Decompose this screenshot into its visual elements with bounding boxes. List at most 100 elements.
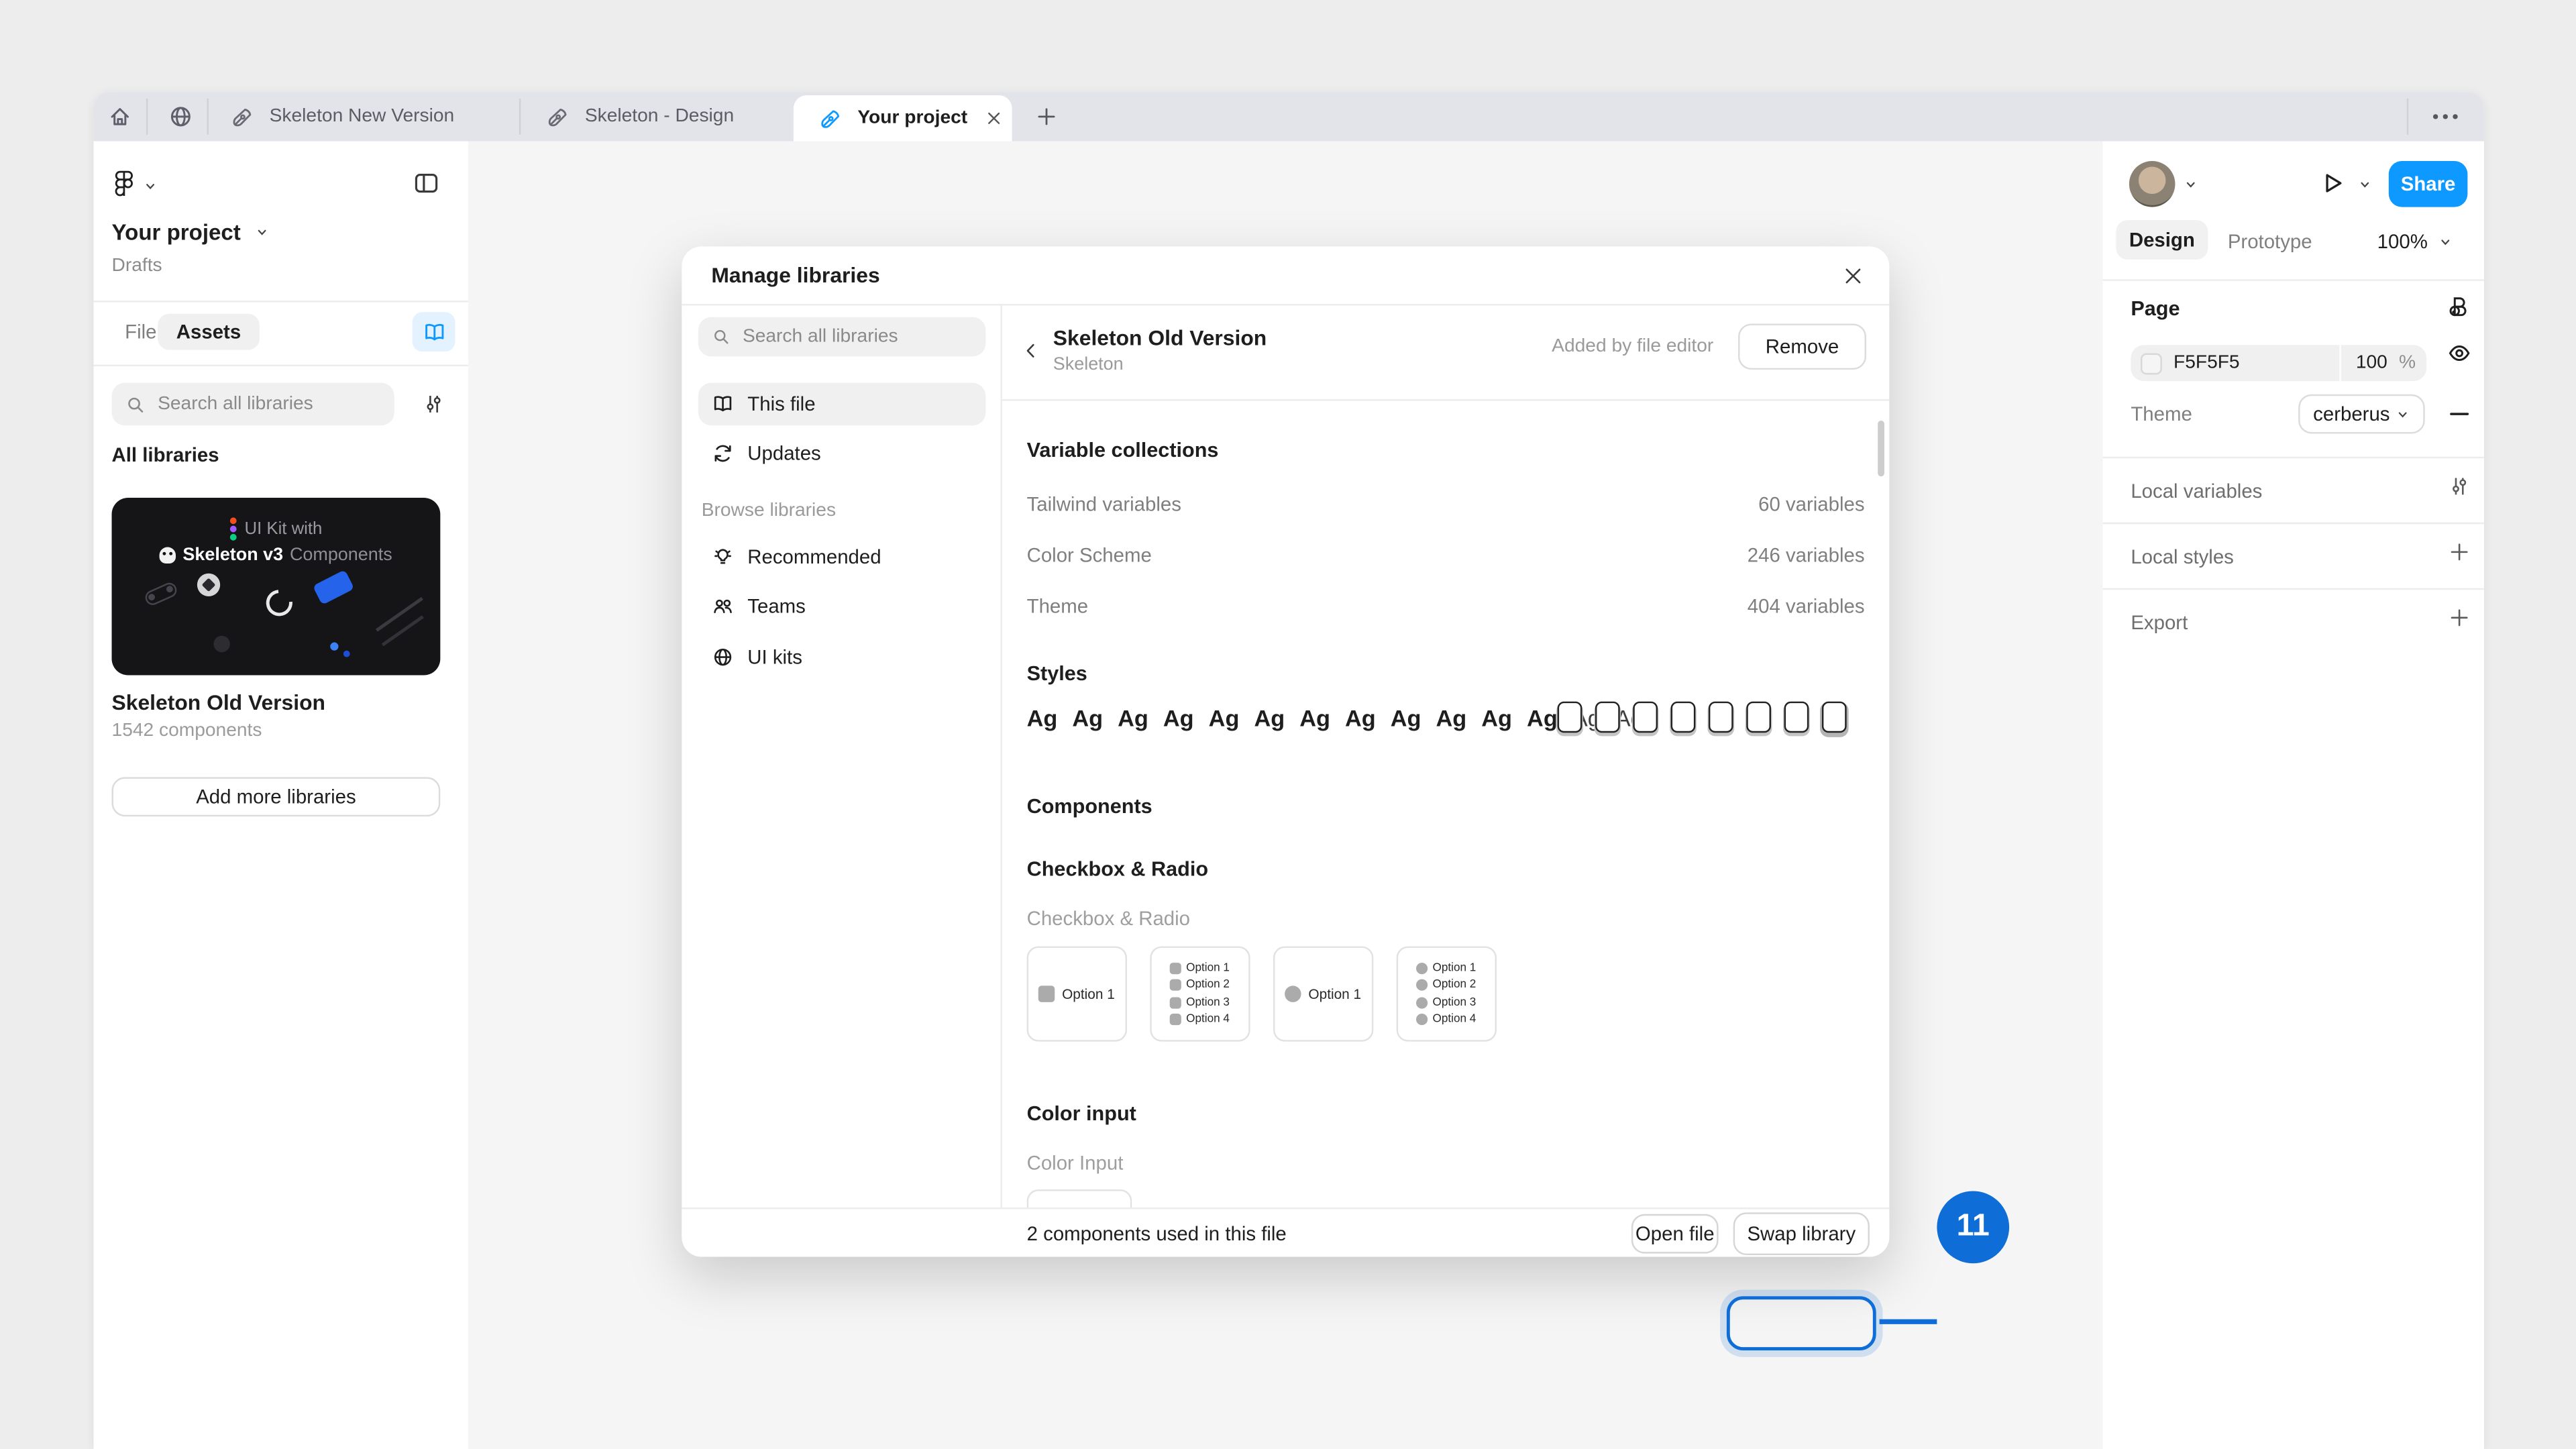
share-button[interactable]: Share bbox=[2389, 161, 2468, 207]
variable-count: 60 variables bbox=[1758, 492, 1864, 515]
color-input-label: Color Input bbox=[1027, 1152, 1124, 1175]
more-options-icon[interactable] bbox=[2431, 110, 2459, 123]
add-style-plus-icon[interactable] bbox=[2448, 541, 2471, 564]
local-variables-row[interactable]: Local variables bbox=[2131, 480, 2262, 502]
export-row[interactable]: Export bbox=[2131, 611, 2188, 634]
modal-search[interactable] bbox=[698, 317, 986, 357]
tab-design-label: Design bbox=[2129, 228, 2195, 251]
variable-row[interactable]: Color Scheme 246 variables bbox=[1027, 529, 1865, 580]
open-file-button[interactable]: Open file bbox=[1631, 1214, 1719, 1254]
text-style-sample[interactable]: Ag bbox=[1209, 705, 1240, 731]
add-export-plus-icon[interactable] bbox=[2448, 606, 2471, 629]
present-play-icon[interactable] bbox=[2318, 169, 2347, 197]
style-swatch[interactable] bbox=[1558, 702, 1582, 733]
teams-people-icon bbox=[711, 595, 734, 618]
library-card[interactable]: UI Kit with Skeleton v3 Components bbox=[94, 498, 468, 908]
theme-select[interactable]: cerberus bbox=[2298, 394, 2425, 434]
figma-logo-icon[interactable] bbox=[112, 168, 137, 201]
page-section-title: Page bbox=[2131, 297, 2180, 320]
text-style-sample[interactable]: Ag bbox=[1391, 705, 1421, 731]
nav-label: Updates bbox=[747, 442, 820, 465]
chevron-down-icon bbox=[254, 225, 268, 240]
nav-label: Recommended bbox=[747, 545, 881, 568]
nav-recommended[interactable]: Recommended bbox=[698, 535, 986, 578]
tab-prototype[interactable]: Prototype bbox=[2228, 230, 2312, 253]
annotation-step-number: 11 bbox=[1957, 1209, 1990, 1245]
nav-this-file[interactable]: This file bbox=[698, 383, 986, 426]
text-style-sample[interactable]: Ag bbox=[1299, 705, 1330, 731]
style-swatch[interactable] bbox=[1822, 702, 1847, 733]
text-style-sample[interactable]: Ag bbox=[1027, 705, 1058, 731]
add-more-libraries-button[interactable]: Add more libraries bbox=[112, 777, 441, 816]
tab-skeleton-design[interactable]: Skeleton - Design bbox=[519, 92, 794, 141]
text-style-sample[interactable]: Ag bbox=[1481, 705, 1512, 731]
chevron-down-icon[interactable] bbox=[143, 179, 158, 194]
sidebar-search[interactable] bbox=[112, 383, 394, 426]
new-tab-plus-icon[interactable] bbox=[1035, 105, 1058, 128]
text-style-sample[interactable]: Ag bbox=[1163, 705, 1194, 731]
visibility-eye-icon[interactable] bbox=[2447, 340, 2473, 366]
color-swatch[interactable] bbox=[2141, 352, 2162, 374]
sidebar-search-input[interactable] bbox=[158, 394, 381, 414]
filter-sliders-icon[interactable] bbox=[422, 392, 445, 415]
variable-row[interactable]: Theme 404 variables bbox=[1027, 580, 1865, 631]
text-style-sample[interactable]: Ag bbox=[1345, 705, 1376, 731]
scrollbar-thumb[interactable] bbox=[1878, 421, 1884, 476]
checkbox-option-row: Option 4 bbox=[1170, 1014, 1249, 1026]
text-style-sample[interactable]: Ag bbox=[1118, 705, 1148, 731]
home-icon[interactable] bbox=[107, 103, 133, 129]
component-checkbox-single[interactable]: Option 1 bbox=[1027, 947, 1127, 1042]
remove-minus-icon[interactable] bbox=[2447, 401, 2473, 427]
library-panel-button[interactable] bbox=[413, 312, 455, 352]
chevron-down-icon[interactable] bbox=[2184, 177, 2198, 192]
component-radio-group[interactable]: Option 1 Option 2 Option 3 bbox=[1397, 947, 1497, 1042]
close-tab-icon[interactable] bbox=[984, 109, 1004, 128]
swap-library-button[interactable]: Swap library bbox=[1733, 1212, 1870, 1255]
tab-skeleton-new-version[interactable]: Skeleton New Version bbox=[207, 92, 519, 141]
variable-row[interactable]: Tailwind variables 60 variables bbox=[1027, 478, 1865, 529]
modal-search-input[interactable] bbox=[743, 327, 973, 346]
variables-sliders-icon[interactable] bbox=[2448, 475, 2471, 498]
checkbox-icon bbox=[1170, 997, 1181, 1008]
page-color-field[interactable]: F5F5F5 100 % bbox=[2131, 345, 2426, 381]
chevron-down-icon[interactable] bbox=[2357, 177, 2372, 192]
tab-your-project-active[interactable]: Your project bbox=[794, 95, 1012, 142]
local-styles-row[interactable]: Local styles bbox=[2131, 545, 2234, 568]
option-label: Option 3 bbox=[1433, 997, 1477, 1008]
remove-button[interactable]: Remove bbox=[1738, 323, 1866, 370]
divider bbox=[94, 365, 468, 366]
zoom-menu[interactable]: 100% bbox=[2377, 230, 2453, 253]
style-swatch[interactable] bbox=[1784, 702, 1809, 733]
close-modal-icon[interactable] bbox=[1841, 264, 1864, 287]
checkbox-radio-label: Checkbox & Radio bbox=[1027, 907, 1190, 930]
opacity-percent-sign: % bbox=[2399, 354, 2416, 373]
text-style-sample[interactable]: Ag bbox=[1072, 705, 1103, 731]
style-swatch[interactable] bbox=[1595, 702, 1620, 733]
variable-collections-heading: Variable collections bbox=[1027, 439, 1219, 462]
text-style-sample[interactable]: Ag bbox=[1436, 705, 1467, 731]
toggle-sidebar-icon[interactable] bbox=[413, 169, 441, 197]
tab-design[interactable]: Design bbox=[2116, 220, 2208, 260]
style-swatch[interactable] bbox=[1746, 702, 1771, 733]
text-style-sample[interactable]: Ag bbox=[1527, 705, 1558, 731]
project-switcher[interactable]: Your project bbox=[112, 220, 269, 245]
component-checkbox-group[interactable]: Option 1 Option 2 Option 3 bbox=[1150, 947, 1250, 1042]
opacity-value[interactable]: 100 bbox=[2356, 354, 2387, 373]
color-hex-value[interactable]: F5F5F5 bbox=[2174, 354, 2240, 373]
tab-file[interactable]: File bbox=[125, 321, 156, 343]
component-radio-single[interactable]: Option 1 bbox=[1273, 947, 1373, 1042]
text-style-sample[interactable]: Ag bbox=[1254, 705, 1285, 731]
nav-ui-kits[interactable]: UI kits bbox=[698, 636, 986, 679]
style-swatch[interactable] bbox=[1709, 702, 1733, 733]
community-globe-icon[interactable] bbox=[168, 103, 194, 129]
back-chevron-icon[interactable] bbox=[1020, 340, 1042, 362]
tab-assets[interactable]: Assets bbox=[158, 314, 260, 350]
effect-style-swatches bbox=[1558, 702, 1847, 733]
apply-theme-icon[interactable] bbox=[2447, 294, 2473, 320]
style-swatch[interactable] bbox=[1633, 702, 1658, 733]
nav-updates[interactable]: Updates bbox=[698, 432, 986, 475]
component-color-input-partial bbox=[1027, 1189, 1132, 1208]
nav-teams[interactable]: Teams bbox=[698, 585, 986, 628]
avatar[interactable] bbox=[2129, 161, 2176, 207]
style-swatch[interactable] bbox=[1671, 702, 1696, 733]
